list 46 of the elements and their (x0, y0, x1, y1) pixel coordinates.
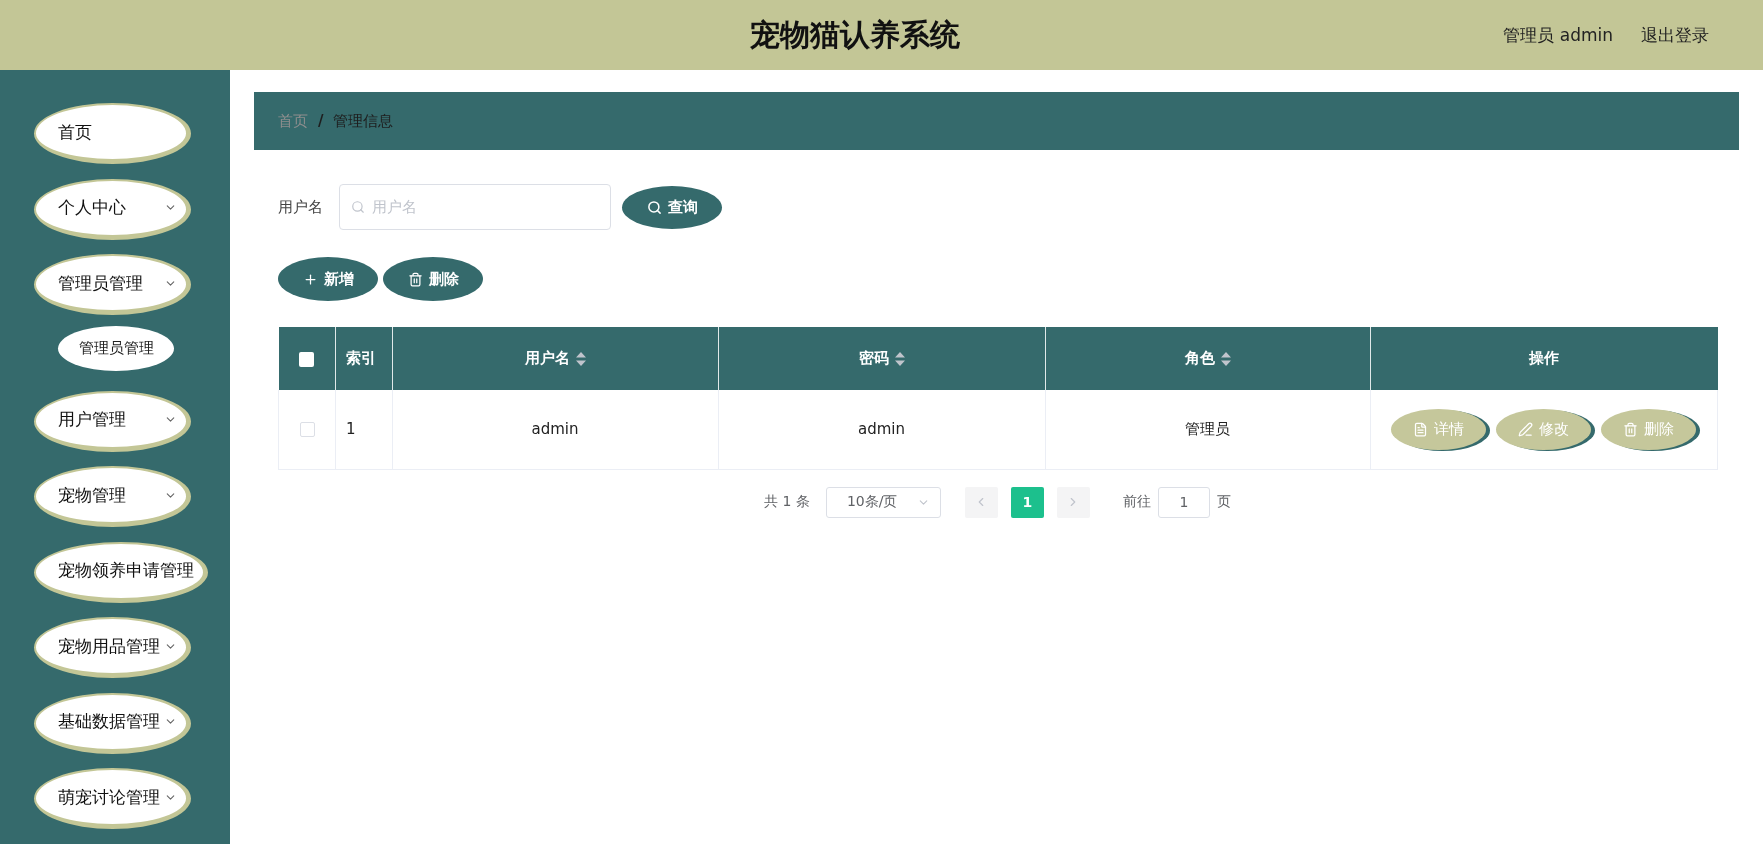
delete-button[interactable]: 删除 (383, 257, 483, 301)
table-cell: admin (718, 390, 1046, 469)
sidebar-menu-item[interactable]: 用户管理 (34, 390, 191, 452)
document-icon (1413, 421, 1428, 437)
page-suffix: 页 (1216, 493, 1231, 511)
sidebar-menu-item[interactable]: 宠物领养申请管理 (34, 541, 208, 603)
column-header[interactable]: 用户名 (392, 327, 719, 390)
row-checkbox[interactable] (299, 422, 315, 438)
search-icon (646, 199, 662, 215)
sidebar-menu-item[interactable]: 管理员管理 (34, 254, 191, 315)
plus-icon (302, 271, 318, 287)
breadcrumb-separator: / (318, 112, 324, 130)
trash-icon (407, 271, 423, 287)
sidebar-menu-item[interactable]: 个人中心 (34, 178, 191, 240)
add-button[interactable]: 新增 (278, 257, 378, 301)
page-size-select[interactable]: 10条/页 (825, 486, 941, 518)
breadcrumb-current: 管理信息 (333, 111, 394, 131)
sidebar-menu-item[interactable]: 萌宠讨论管理 (34, 768, 191, 829)
pencil-icon (1518, 421, 1533, 437)
table-cell: 1 (335, 390, 393, 469)
search-field[interactable]: 用户名 (339, 184, 611, 230)
sidebar-menu-item[interactable]: 宠物管理 (34, 466, 191, 527)
page-jump-field[interactable]: 1 (1157, 486, 1210, 518)
field-label: 用户名 (278, 197, 323, 217)
sidebar-menu-item[interactable]: 宠物用品管理 (34, 617, 191, 678)
column-header[interactable]: 密码 (718, 327, 1046, 390)
sidebar-menu-item[interactable]: 基础数据管理 (34, 692, 191, 754)
column-header: 操作 (1370, 327, 1718, 390)
logout-link[interactable]: 退出登录 (1641, 23, 1709, 47)
user-label: 管理员 admin (1503, 23, 1613, 47)
column-header: 索引 (335, 327, 393, 390)
jump-label: 前往 (1122, 493, 1151, 511)
search-button[interactable]: 查询 (622, 185, 722, 229)
table-cell: 管理员 (1045, 390, 1371, 469)
sidebar-submenu-item[interactable]: 管理员管理 (58, 326, 174, 371)
column-header[interactable]: 角色 (1045, 327, 1371, 390)
sidebar-menu-item[interactable]: 首页 (34, 103, 191, 164)
sort-icon[interactable] (576, 351, 586, 366)
select-all-checkbox[interactable] (299, 351, 315, 367)
sort-icon[interactable] (895, 351, 905, 366)
total-count: 共 1 条 (764, 493, 810, 511)
trash-icon (1623, 421, 1638, 437)
search-icon (351, 200, 365, 214)
app-title: 宠物猫认养系统 (749, 15, 960, 54)
sort-icon[interactable] (1221, 351, 1231, 366)
table-cell: admin (392, 390, 719, 469)
